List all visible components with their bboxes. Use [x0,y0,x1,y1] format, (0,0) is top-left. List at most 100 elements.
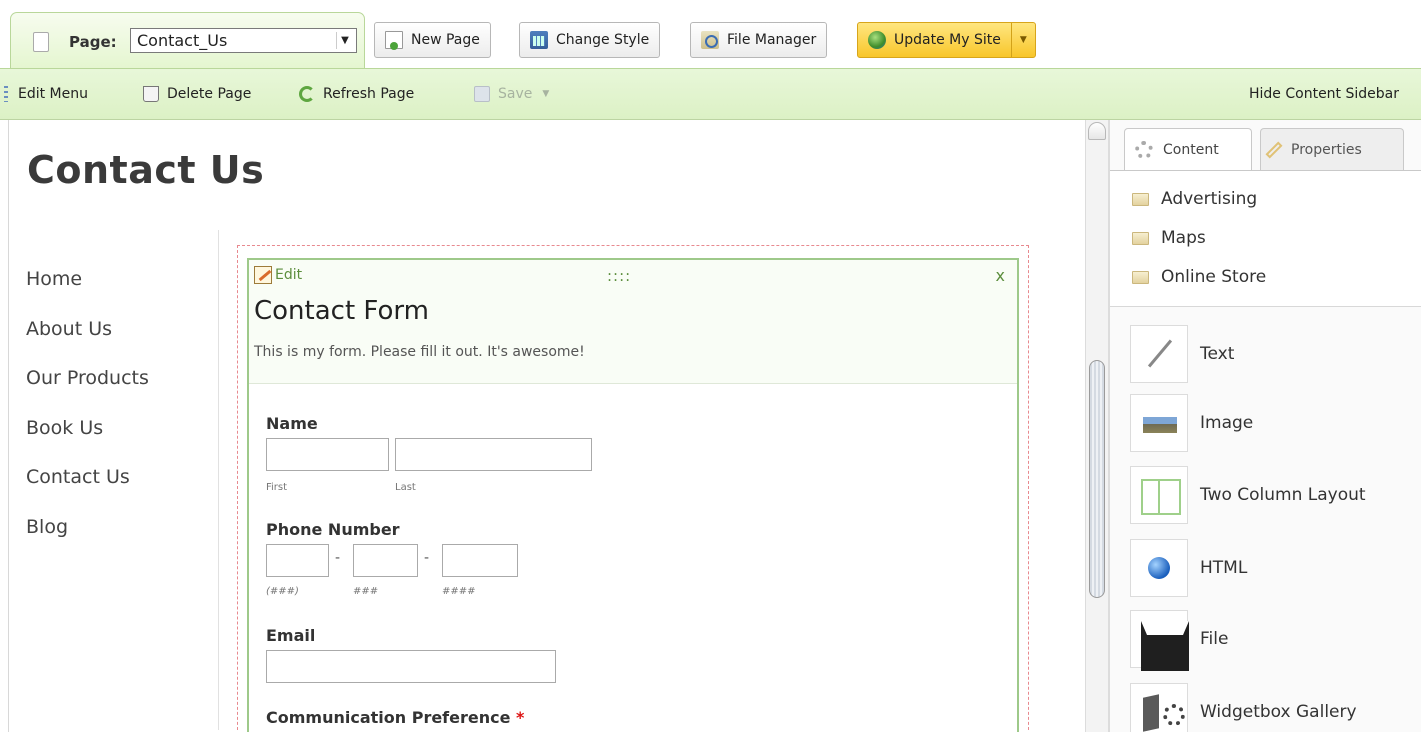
element-categories: Advertising Maps Online Store [1110,170,1421,307]
tab-properties[interactable]: Properties [1260,128,1404,170]
phone-line-field[interactable] [442,544,518,577]
page-select-value: Contact_Us [137,31,228,50]
element-text[interactable]: Text [1130,325,1234,383]
email-label: Email [266,626,316,645]
trash-icon [143,86,159,102]
nav-item-home[interactable]: Home [26,268,149,318]
refresh-icon [299,86,315,102]
name-label: Name [266,414,318,433]
update-my-site-label: Update My Site [894,32,1001,48]
gear-icon [1135,140,1153,159]
menu-icon [4,86,8,102]
scroll-up-button[interactable] [1088,122,1106,140]
element-widgetbox-gallery[interactable]: Widgetbox Gallery [1130,683,1357,732]
text-icon [1130,325,1188,383]
category-label: Online Store [1161,267,1267,287]
category-label: Advertising [1161,189,1258,209]
site-nav: Home About Us Our Products Book Us Conta… [26,268,149,566]
chevron-down-icon[interactable]: ▼ [542,89,549,99]
change-style-button[interactable]: Change Style [519,22,661,58]
edit-menu-label: Edit Menu [18,86,88,102]
page-canvas: Contact Us Home About Us Our Products Bo… [8,120,1085,732]
nav-item-contact-us[interactable]: Contact Us [26,466,149,516]
email-field[interactable] [266,650,556,683]
tab-content-label: Content [1163,141,1219,158]
contact-form-block[interactable]: Edit :::: x Contact Form This is my form… [247,258,1019,732]
globe-icon [868,31,886,49]
tab-properties-label: Properties [1291,141,1362,158]
scroll-thumb[interactable] [1089,360,1105,598]
element-label: Widgetbox Gallery [1200,702,1357,722]
delete-page-label: Delete Page [167,86,252,102]
edit-label: Edit [275,267,303,283]
element-image[interactable]: Image [1130,394,1253,452]
element-label: HTML [1200,558,1248,578]
page-tab: Page: Contact_Us ▼ [10,12,365,70]
change-style-label: Change Style [556,32,650,48]
new-page-button[interactable]: New Page [374,22,491,58]
first-sub-label: First [266,482,288,493]
image-icon [1130,394,1188,452]
phone-prefix-field[interactable] [353,544,418,577]
page-toolbar: Edit Menu Delete Page Refresh Page Save … [0,68,1421,120]
category-advertising[interactable]: Advertising [1132,189,1257,209]
form-header: Edit :::: x Contact Form This is my form… [249,260,1017,384]
nav-item-blog[interactable]: Blog [26,516,149,566]
phone-dash: - [335,550,341,566]
save-icon [474,86,490,102]
element-html[interactable]: HTML [1130,539,1247,597]
element-label: Two Column Layout [1200,485,1366,505]
refresh-page-button[interactable]: Refresh Page [299,86,414,102]
style-icon [530,31,548,49]
last-name-field[interactable] [395,438,592,471]
category-maps[interactable]: Maps [1132,228,1206,248]
nav-item-our-products[interactable]: Our Products [26,367,149,417]
tab-content[interactable]: Content [1124,128,1252,170]
page-title[interactable]: Contact Us [27,148,264,192]
page-label: Page: [69,33,117,51]
category-label: Maps [1161,228,1206,248]
form-title[interactable]: Contact Form [254,296,429,326]
refresh-page-label: Refresh Page [323,86,415,102]
content-sidebar: Content Properties Advertising Maps Onli… [1109,120,1421,732]
element-label: Text [1200,344,1235,364]
required-marker: * [516,708,525,727]
new-page-label: New Page [411,32,480,48]
update-my-site-button[interactable]: Update My Site ▼ [857,22,1036,58]
nav-item-book-us[interactable]: Book Us [26,417,149,467]
nav-item-about-us[interactable]: About Us [26,318,149,368]
phone-sub-label: ### [353,586,379,597]
canvas-scrollbar[interactable] [1085,120,1109,732]
phone-sub-label: #### [442,586,476,597]
hide-content-sidebar-link[interactable]: Hide Content Sidebar [1249,86,1399,102]
page-select[interactable]: Contact_Us ▼ [130,28,357,53]
phone-area-field[interactable] [266,544,329,577]
chevron-down-icon[interactable]: ▼ [336,32,353,49]
phone-sub-label: (###) [266,586,299,597]
pencil-icon [254,266,272,284]
update-dropdown-arrow[interactable]: ▼ [1010,23,1035,57]
floppy-disk-icon [1130,610,1189,671]
delete-page-button[interactable]: Delete Page [143,86,251,102]
close-icon[interactable]: x [996,266,1005,285]
element-label: File [1200,629,1229,649]
globe-icon [1130,539,1188,597]
save-label: Save [498,86,533,102]
communication-preference-label: Communication Preference * [266,708,524,727]
folder-icon [1132,231,1149,245]
wand-icon [1265,141,1283,158]
first-name-field[interactable] [266,438,389,471]
category-online-store[interactable]: Online Store [1132,267,1266,287]
element-label: Image [1200,413,1254,433]
element-two-column-layout[interactable]: Two Column Layout [1130,466,1366,524]
drag-handle[interactable]: :::: [607,267,631,285]
element-file[interactable]: File [1130,610,1229,671]
edit-form-button[interactable]: Edit [254,266,302,284]
form-description[interactable]: This is my form. Please fill it out. It'… [254,344,585,360]
last-sub-label: Last [395,482,416,493]
save-button[interactable]: Save ▼ [474,86,549,102]
edit-menu-button[interactable]: Edit Menu [4,86,88,102]
nav-divider [218,230,219,730]
folder-icon [1132,192,1149,206]
file-manager-button[interactable]: File Manager [690,22,828,58]
